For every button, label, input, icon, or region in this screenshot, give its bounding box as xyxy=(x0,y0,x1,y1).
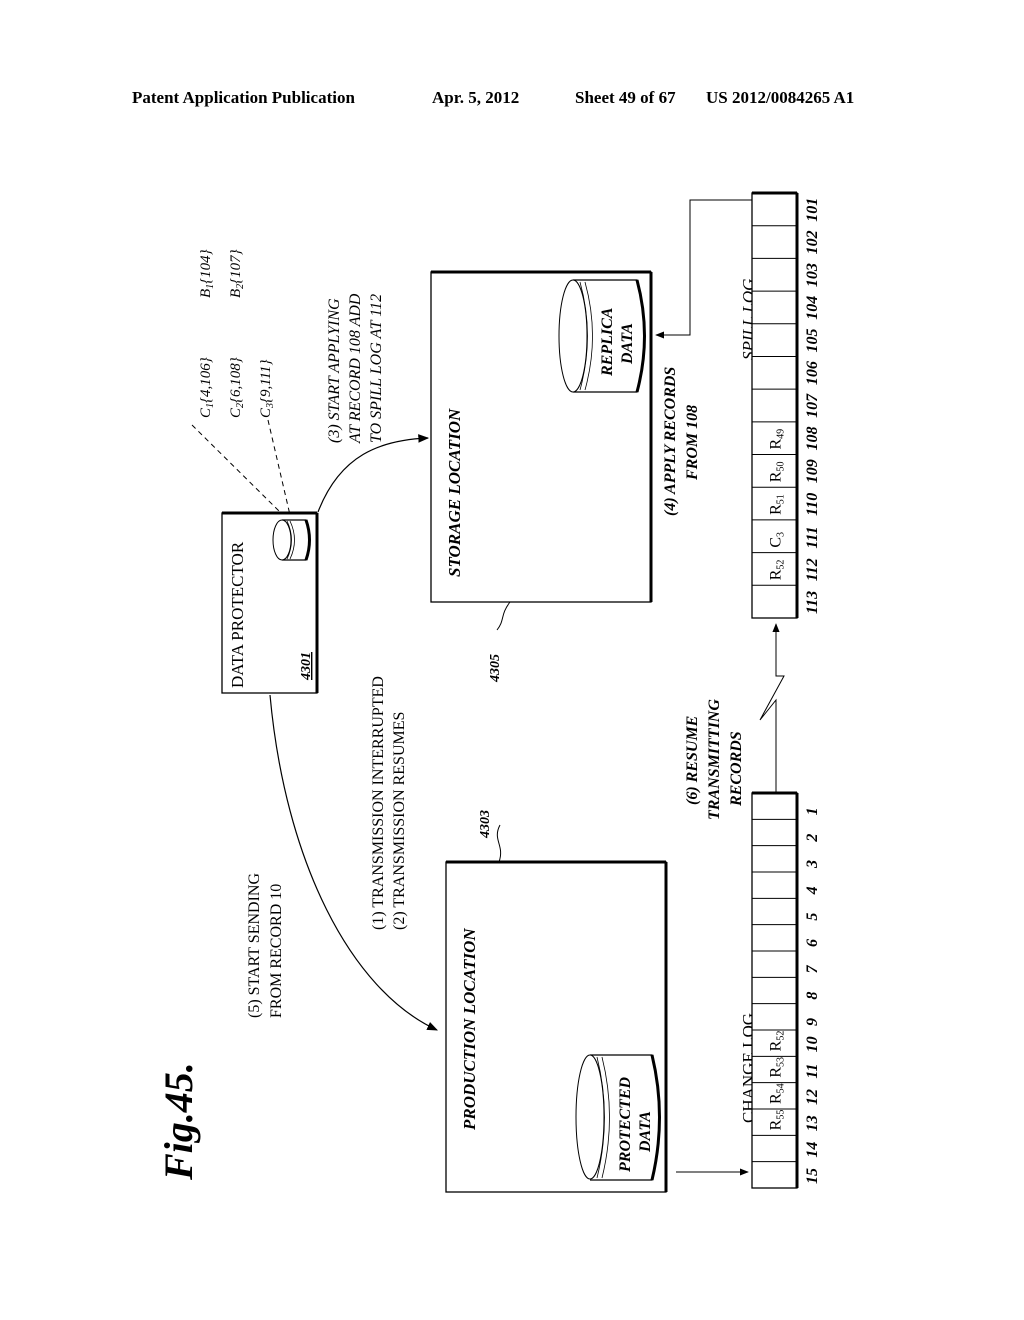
change-log-index: 6 xyxy=(804,939,821,947)
apply-arrow xyxy=(317,434,430,513)
bookmark-b2: B2{107} xyxy=(228,249,246,298)
production-location-ref: 4303 xyxy=(478,810,493,839)
change-log-index: 15 xyxy=(804,1168,821,1184)
step6-label: (6) RESUME TRANSMITTING RECORDS xyxy=(684,699,745,820)
spill-log-frame xyxy=(751,192,798,619)
svg-text:AT RECORD 108 ADD: AT RECORD 108 ADD xyxy=(347,293,364,444)
svg-text:(4) APPLY RECORDS: (4) APPLY RECORDS xyxy=(662,367,679,516)
svg-text:(6) RESUME: (6) RESUME xyxy=(684,716,701,805)
svg-text:(2) TRANSMISSION RESUMES: (2) TRANSMISSION RESUMES xyxy=(391,712,408,930)
spill-log-index: 102 xyxy=(804,230,821,254)
svg-text:TRANSMITTING: TRANSMITTING xyxy=(706,699,723,820)
data-protector-ref: 4301 xyxy=(299,652,314,681)
figure-label: Fig.45. xyxy=(156,1062,201,1181)
spill-log-index: 104 xyxy=(804,296,821,320)
data-protector-title: DATA PROTECTOR xyxy=(228,541,247,688)
spill-log-index: 107 xyxy=(804,393,821,418)
change-log-index: 11 xyxy=(804,1064,821,1079)
spill-log-index: 110 xyxy=(804,493,821,516)
data-protector-box: DATA PROTECTOR 4301 xyxy=(221,511,319,694)
figure-diagram: Fig.45. DATA PROTECTOR 4301 C1{4,106} C2… xyxy=(156,191,821,1193)
storage-ref-leader xyxy=(496,601,511,631)
production-location-box: PRODUCTION LOCATION PROTECTED DATA xyxy=(445,860,668,1193)
step3-label: (3) START APPLYING AT RECORD 108 ADD TO … xyxy=(326,293,385,444)
spill-log-index: 112 xyxy=(804,558,821,581)
data-protector-database-icon xyxy=(272,519,311,561)
change-log-index: 7 xyxy=(804,964,821,973)
spill-log-index: 111 xyxy=(804,526,821,548)
change-log-index: 12 xyxy=(804,1089,821,1105)
step4-label: (4) APPLY RECORDS FROM 108 xyxy=(662,367,701,516)
checkpoint-c3: C3{9,111} xyxy=(258,359,276,418)
spill-log-index: 113 xyxy=(804,591,821,614)
svg-text:(1) TRANSMISSION INTERRUPTED: (1) TRANSMISSION INTERRUPTED xyxy=(370,676,387,930)
checkpoint-list: C1{4,106} C2{6,108} C3{9,111} B1{104} B2… xyxy=(198,249,276,418)
replica-data-line2: DATA xyxy=(619,323,636,365)
checkpoint-c3-pointer xyxy=(267,419,291,516)
spill-log-index: 103 xyxy=(804,263,821,287)
protected-data-line1: PROTECTED xyxy=(617,1076,634,1173)
change-log-index: 3 xyxy=(804,860,821,869)
change-log-index: 8 xyxy=(804,992,821,1000)
storage-location-box: STORAGE LOCATION REPLICA DATA xyxy=(430,270,653,603)
spilllog-to-replica-arrow xyxy=(655,199,752,339)
svg-text:(3) START APPLYING: (3) START APPLYING xyxy=(326,298,343,443)
change-log-index: 1 xyxy=(804,807,821,815)
change-log-index: 13 xyxy=(804,1115,821,1131)
change-log-index: 4 xyxy=(804,886,821,895)
svg-text:TO SPILL LOG AT 112: TO SPILL LOG AT 112 xyxy=(368,294,385,443)
protected-data-line2: DATA xyxy=(637,1111,654,1153)
spill-log-index: 108 xyxy=(804,427,821,451)
protected-data-database-icon: PROTECTED DATA xyxy=(575,1054,661,1181)
change-log-index: 5 xyxy=(804,913,821,921)
svg-text:FROM 108: FROM 108 xyxy=(684,405,701,481)
change-log-index: 2 xyxy=(804,834,821,843)
transmission-link-icon xyxy=(759,623,785,794)
svg-text:FROM RECORD 10: FROM RECORD 10 xyxy=(268,884,285,1018)
production-location-title: PRODUCTION LOCATION xyxy=(460,928,479,1131)
svg-text:RECORDS: RECORDS xyxy=(728,731,745,807)
storage-location-title: STORAGE LOCATION xyxy=(445,408,464,577)
checkpoint-c1-pointer xyxy=(191,424,281,513)
svg-text:(5) START SENDING: (5) START SENDING xyxy=(246,873,263,1018)
checkpoint-c2: C2{6,108} xyxy=(228,357,246,418)
change-log-index: 9 xyxy=(804,1018,821,1026)
spill-log-index: 109 xyxy=(804,459,821,483)
spill-log-index: 105 xyxy=(804,328,821,352)
checkpoint-c1: C1{4,106} xyxy=(198,357,216,418)
change-log-table: 1514R5513R5412R5311R5210987654321 xyxy=(751,791,821,1189)
spill-log-index: 106 xyxy=(804,361,821,385)
storage-location-ref: 4305 xyxy=(488,654,503,683)
replica-data-database-icon: REPLICA DATA xyxy=(558,279,646,393)
bookmark-b1: B1{104} xyxy=(198,249,216,298)
send-arrow xyxy=(269,694,438,1031)
change-log-index: 10 xyxy=(804,1036,821,1052)
replica-data-line1: REPLICA xyxy=(599,307,616,377)
production-ref-leader xyxy=(496,824,502,863)
spill-log-index: 101 xyxy=(804,198,821,222)
step1-2-label: (1) TRANSMISSION INTERRUPTED (2) TRANSMI… xyxy=(370,676,408,930)
spill-log-table: 113R52 112C3 111R51 110R50 109R49 10810710610… xyxy=(751,191,821,619)
change-log-index: 14 xyxy=(804,1142,821,1158)
step5-label: (5) START SENDING FROM RECORD 10 xyxy=(246,873,285,1018)
